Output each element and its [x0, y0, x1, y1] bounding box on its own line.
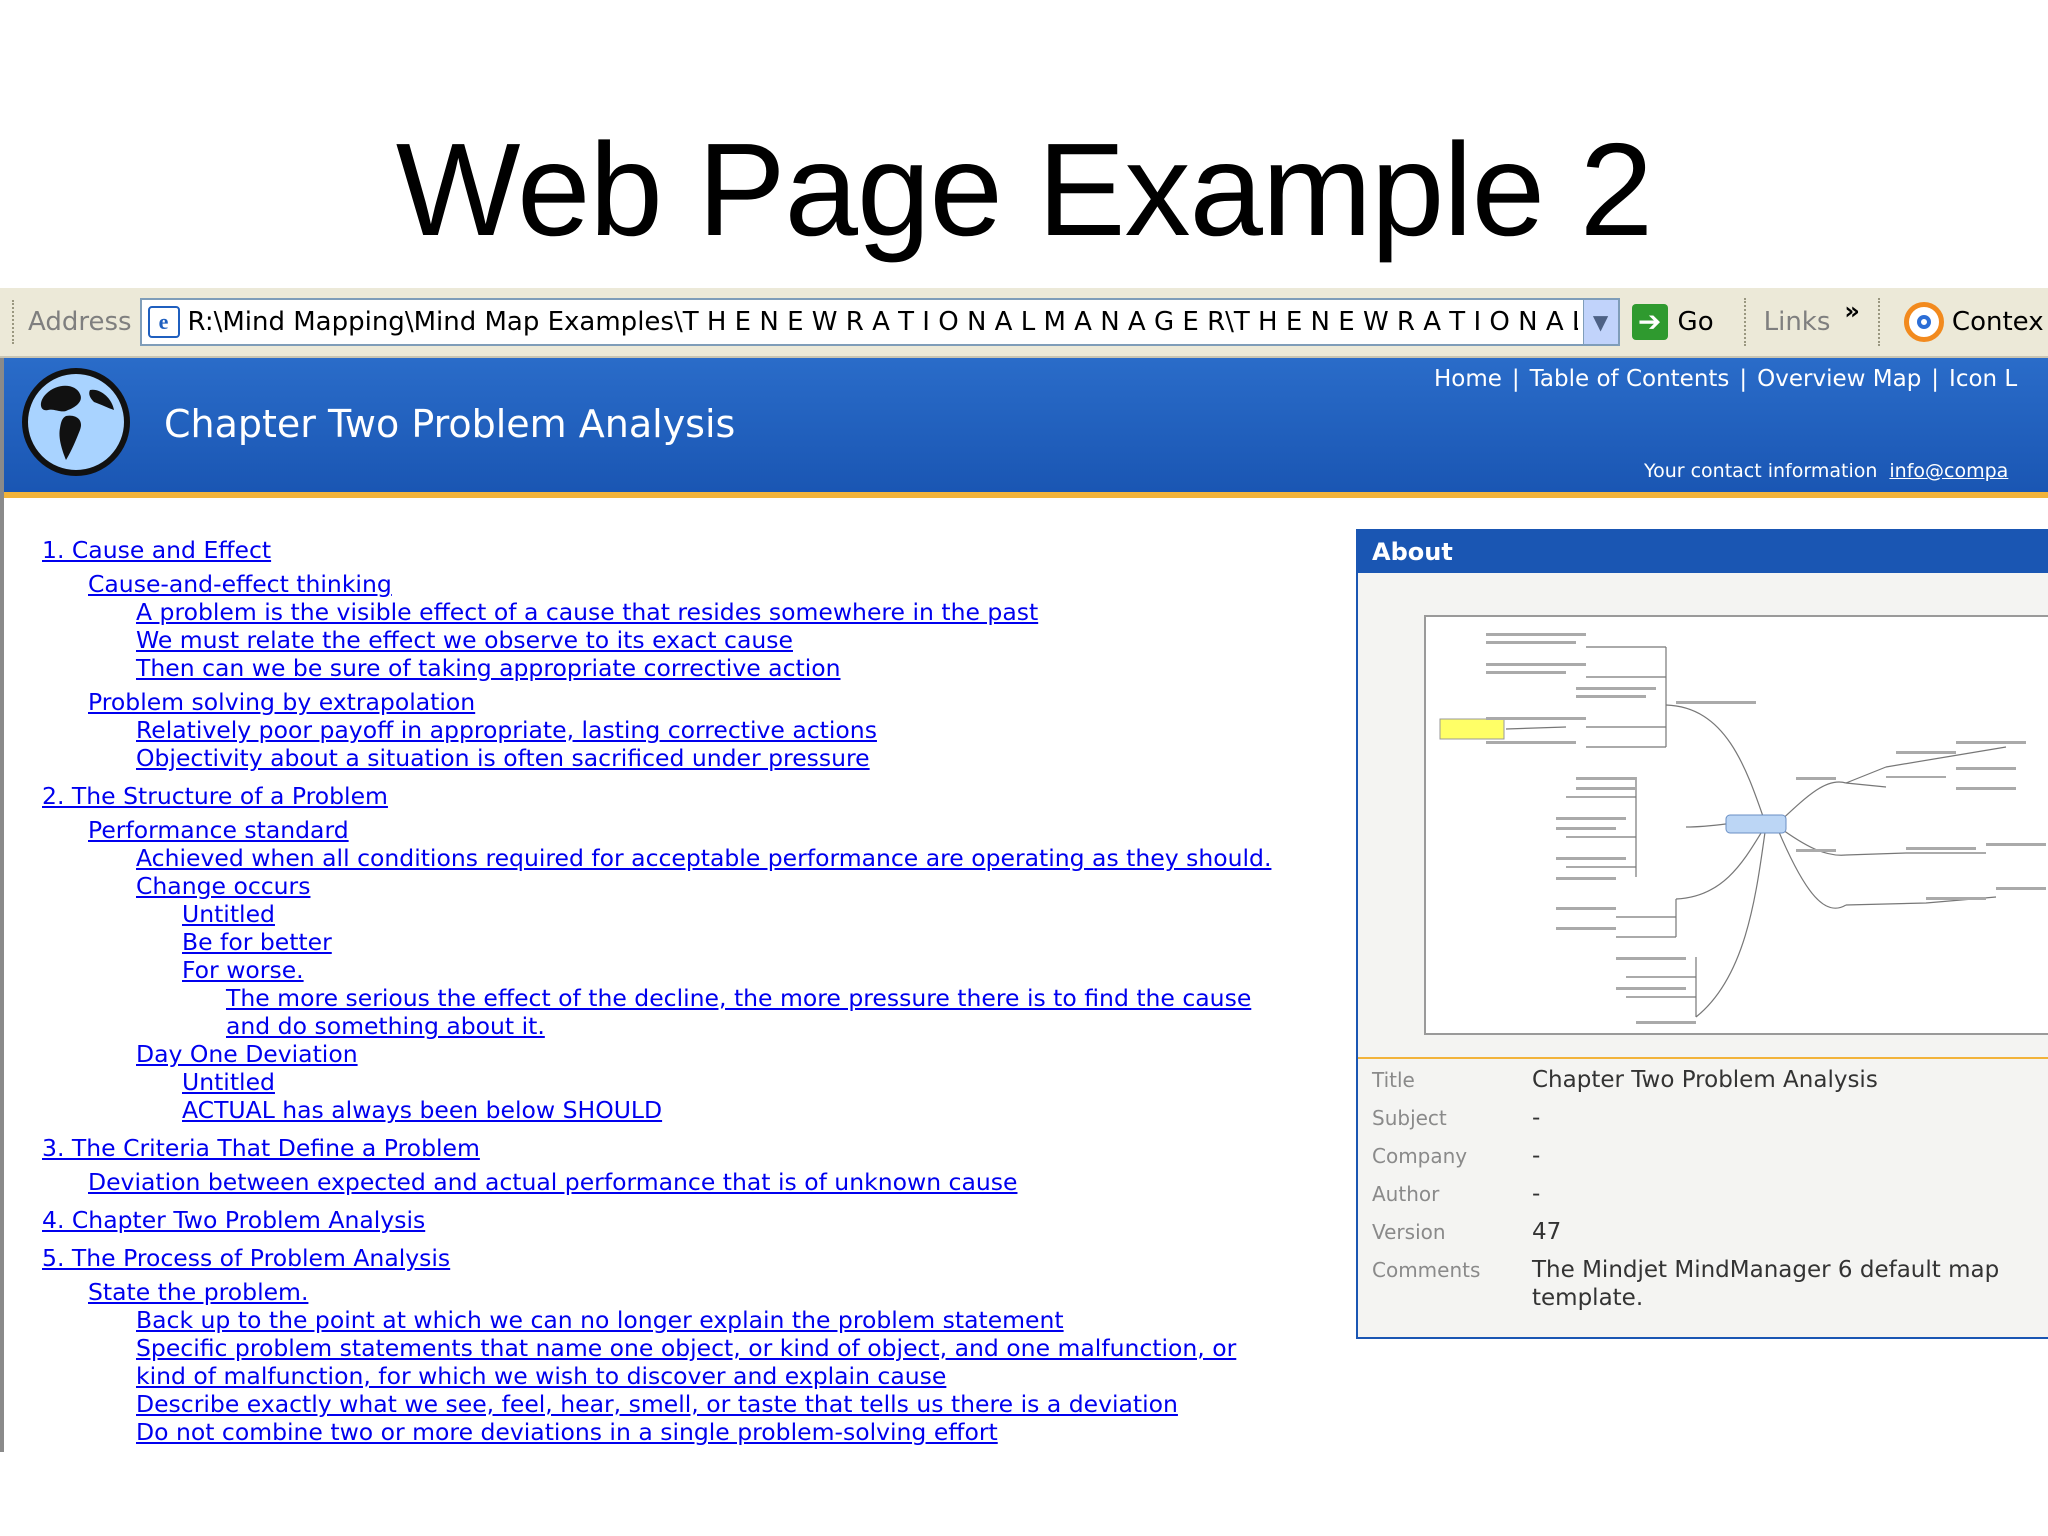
outline-topic-link[interactable]: State the problem.	[88, 1278, 1342, 1306]
outline-topic-link[interactable]: A problem is the visible effect of a cau…	[136, 598, 1342, 626]
toolbar-separator	[1877, 298, 1882, 346]
outline-topic-link[interactable]: 5. The Process of Problem Analysis	[42, 1244, 1342, 1272]
toolbar-separator	[1743, 298, 1748, 346]
property-key: Comments	[1372, 1258, 1481, 1282]
outline-topic-link[interactable]: Be for better	[182, 928, 1342, 956]
outline-topic-link[interactable]: and do something about it.	[226, 1012, 1342, 1040]
outline-topic-link[interactable]: For worse.	[182, 956, 1342, 984]
outline-topic-link[interactable]: We must relate the effect we observe to …	[136, 626, 1342, 654]
go-label: Go	[1677, 307, 1714, 337]
outline-topic-link[interactable]: Deviation between expected and actual pe…	[88, 1168, 1342, 1196]
property-key: Subject	[1372, 1106, 1447, 1130]
top-navigation: Home | Table of Contents | Overview Map | Icon…	[1434, 366, 2018, 392]
property-value: -	[1532, 1105, 1541, 1131]
nav-icon-legend[interactable]: Icon L	[1949, 366, 2017, 392]
property-key: Author	[1372, 1182, 1440, 1206]
property-row: Company -	[1358, 1137, 2048, 1175]
outline-topic-link[interactable]: Specific problem statements that name on…	[136, 1334, 1342, 1362]
contact-info: Your contact information info@compa	[1644, 460, 2008, 482]
address-bar: Address e R:\Mind Mapping\Mind Map Examp…	[0, 288, 2048, 358]
outline-topic-link[interactable]: 4. Chapter Two Problem Analysis	[42, 1206, 1342, 1234]
address-label: Address	[28, 307, 132, 337]
property-value: -	[1532, 1143, 1541, 1169]
outline-topic-link[interactable]: 3. The Criteria That Define a Problem	[42, 1134, 1342, 1162]
about-panel: About Title Chapter Two Problem Analysis…	[1356, 529, 2048, 1339]
about-heading: About	[1358, 531, 2048, 573]
toolbar-grip[interactable]	[12, 300, 18, 344]
links-button[interactable]: Links	[1764, 307, 1831, 337]
outline-topic-link[interactable]: 2. The Structure of a Problem	[42, 782, 1342, 810]
outline-topic-link[interactable]: ACTUAL has always been below SHOULD	[182, 1096, 1342, 1124]
property-value: The Mindjet MindManager 6 default map te…	[1532, 1257, 2000, 1311]
address-value[interactable]: R:\Mind Mapping\Mind Map Examples\T H E …	[188, 307, 1578, 337]
context-icon[interactable]	[1903, 302, 1944, 342]
browser-screenshot: Address e R:\Mind Mapping\Mind Map Examp…	[0, 288, 2048, 1452]
chevron-down-icon[interactable]: ▼	[1582, 300, 1618, 344]
nav-table-of-contents[interactable]: Table of Contents	[1530, 366, 1730, 392]
property-row: Comments The Mindjet MindManager 6 defaul…	[1358, 1251, 2048, 1312]
mind-map-thumbnail[interactable]	[1424, 615, 2048, 1035]
page-icon: e	[147, 306, 180, 338]
outline-topic-link[interactable]: Untitled	[182, 900, 1342, 928]
property-row: Subject -	[1358, 1099, 2048, 1137]
outline-topic-link[interactable]: Untitled	[182, 1068, 1342, 1096]
property-row: Author -	[1358, 1175, 2048, 1213]
outline-topic-link[interactable]: Describe exactly what we see, feel, hear…	[136, 1390, 1342, 1418]
context-button[interactable]: Contex	[1952, 307, 2044, 337]
outline-topic-link[interactable]: Problem solving by extrapolation	[88, 688, 1342, 716]
outline-topic-link[interactable]: kind of malfunction, for which we wish t…	[136, 1362, 1342, 1390]
outline-topic-link[interactable]: Do not combine two or more deviations in…	[136, 1418, 1342, 1446]
outline-topic-link[interactable]: Achieved when all conditions required fo…	[136, 844, 1342, 872]
property-key: Company	[1372, 1144, 1468, 1168]
address-input[interactable]: e R:\Mind Mapping\Mind Map Examples\T H …	[139, 298, 1620, 346]
nav-overview-map[interactable]: Overview Map	[1757, 366, 1921, 392]
map-properties: Title Chapter Two Problem Analysis Subject…	[1358, 1061, 2048, 1312]
page-banner: Chapter Two Problem Analysis Home | Table …	[4, 358, 2048, 498]
outline-topic-link[interactable]: 1. Cause and Effect	[42, 536, 1342, 564]
globe-icon	[22, 368, 130, 476]
outline-topic-link[interactable]: Then can we be sure of taking appropriat…	[136, 654, 1342, 682]
web-page: Chapter Two Problem Analysis Home | Table …	[0, 358, 2048, 1452]
map-thumbnail-area	[1358, 573, 2048, 1059]
outline-topic-link[interactable]: Objectivity about a situation is often s…	[136, 744, 1342, 772]
property-row: Version 47	[1358, 1213, 2048, 1251]
outline-topic-link[interactable]: Change occurs	[136, 872, 1342, 900]
property-key: Version	[1372, 1220, 1446, 1244]
go-arrow-icon: ➔	[1631, 304, 1668, 340]
property-value: Chapter Two Problem Analysis	[1532, 1067, 1878, 1093]
property-key: Title	[1372, 1068, 1415, 1092]
slide-title: Web Page Example 2	[395, 116, 1653, 263]
property-row: Title Chapter Two Problem Analysis	[1358, 1061, 2048, 1099]
go-button[interactable]: ➔ Go	[1631, 304, 1714, 340]
outline-topic-link[interactable]: Relatively poor payoff in appropriate, l…	[136, 716, 1342, 744]
nav-home[interactable]: Home	[1434, 366, 1502, 392]
outline-topic-link[interactable]: Performance standard	[88, 816, 1342, 844]
chevron-more-icon[interactable]: »	[1844, 297, 1860, 325]
contact-label: Your contact information	[1644, 460, 1878, 482]
outline-topic-link[interactable]: Day One Deviation	[136, 1040, 1342, 1068]
property-value: 47	[1532, 1219, 1562, 1245]
outline-topic-link[interactable]: The more serious the effect of the decli…	[226, 984, 1342, 1012]
page-title: Chapter Two Problem Analysis	[164, 402, 736, 446]
contact-email-link[interactable]: info@compa	[1889, 460, 2008, 482]
outline-topic-link[interactable]: Back up to the point at which we can no …	[136, 1306, 1342, 1334]
property-value: -	[1532, 1181, 1541, 1207]
outline-topic-link[interactable]: Cause-and-effect thinking	[88, 570, 1342, 598]
topic-outline: 1. Cause and Effect Cause-and-effect thin…	[42, 536, 1342, 1446]
